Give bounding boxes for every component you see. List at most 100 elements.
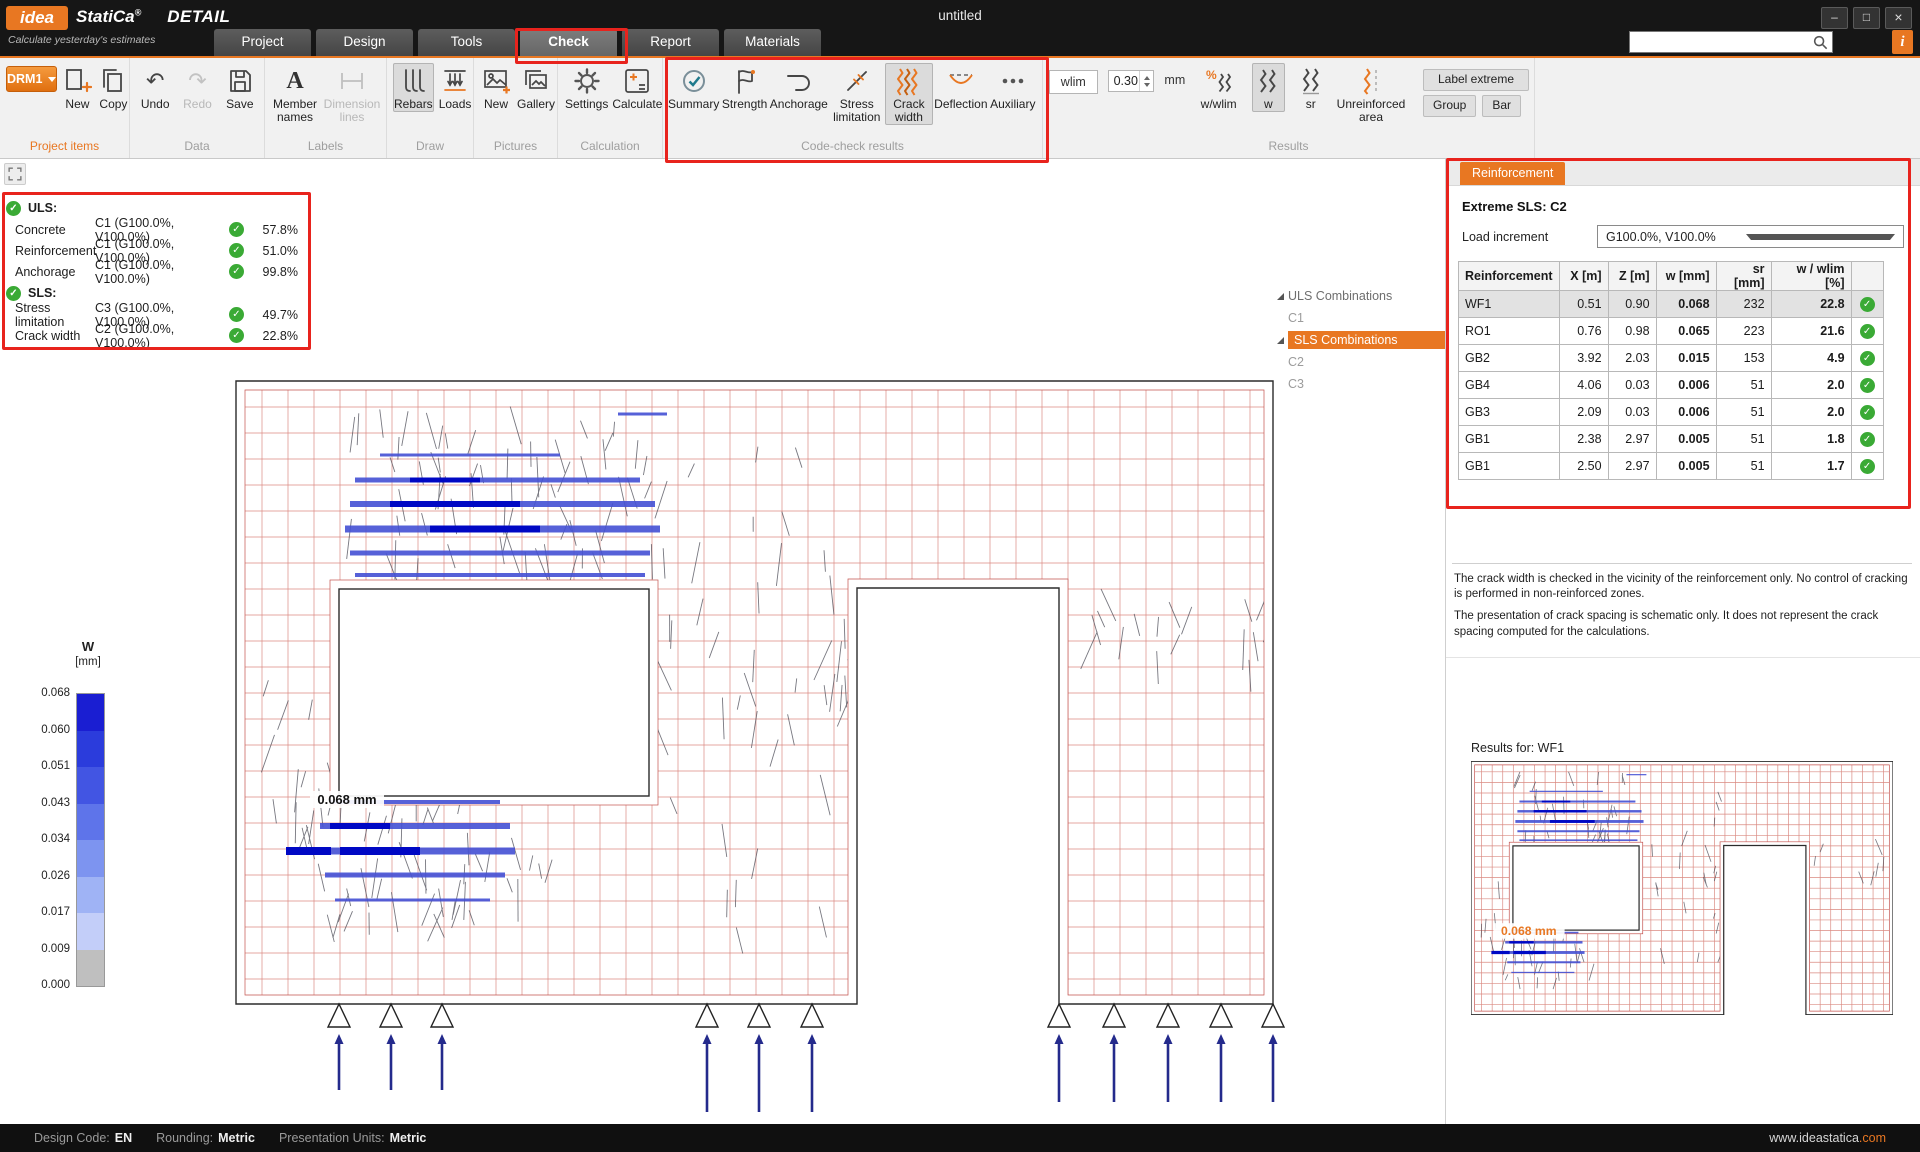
tree-item-sls-combinations[interactable]: SLS Combinations [1277, 329, 1445, 351]
anchorage-button[interactable]: Anchorage [769, 63, 829, 112]
table-row[interactable]: GB12.502.970.005511.7 [1459, 453, 1884, 480]
bar-button[interactable]: Bar [1482, 95, 1521, 117]
scale-cell [77, 767, 104, 804]
redo-label: Redo [183, 98, 212, 111]
strength-icon [730, 66, 760, 96]
check-ok-icon [1860, 432, 1875, 447]
undo-button[interactable]: ↶ Undo [136, 63, 174, 112]
info-button[interactable] [1892, 30, 1913, 54]
tab-tools[interactable]: Tools [418, 29, 515, 56]
member-names-button[interactable]: A Member names [271, 63, 319, 125]
sr-icon [1296, 66, 1326, 96]
wlim-spinner[interactable]: 0.30 [1108, 70, 1155, 92]
window-controls [1821, 7, 1912, 29]
rebars-button[interactable]: Rebars [393, 63, 434, 112]
crack-check-notes: The crack width is checked in the vicini… [1452, 563, 1912, 647]
scale-cell [77, 694, 104, 731]
ribbon-group-codecheck: Summary Strength Anchorage Stress limita… [663, 58, 1043, 158]
gallery-button[interactable]: Gallery [516, 63, 556, 112]
copy-label: Copy [99, 98, 127, 111]
new-project-item-button[interactable]: New [61, 63, 93, 112]
drm1-button[interactable]: DRM1 [6, 66, 57, 92]
check-ok-icon [229, 222, 244, 237]
close-button[interactable] [1885, 7, 1912, 29]
calculate-label: Calculate [612, 98, 662, 111]
deflection-icon [946, 66, 976, 96]
scale-cell [77, 877, 104, 914]
website-link[interactable]: www.ideastatica.com [1769, 1131, 1886, 1145]
crack-width-button[interactable]: Crack width [885, 63, 933, 125]
copy-project-item-button[interactable]: Copy [97, 63, 129, 112]
auxiliary-button[interactable]: Auxiliary [989, 63, 1037, 112]
load-increment-select[interactable]: G100.0%, V100.0% [1597, 225, 1904, 248]
gallery-icon [521, 66, 551, 96]
save-button[interactable]: Save [221, 63, 259, 112]
tab-design[interactable]: Design [316, 29, 413, 56]
loads-button[interactable]: Loads [438, 63, 473, 112]
section-label-codecheck: Code-check results [663, 139, 1042, 158]
search-input[interactable] [1630, 33, 1812, 51]
table-row[interactable]: GB12.382.970.005511.8 [1459, 426, 1884, 453]
logo-statica: StatiCa [76, 7, 135, 26]
fit-view-button[interactable] [4, 163, 26, 185]
maximize-button[interactable] [1853, 7, 1880, 29]
deflection-button[interactable]: Deflection [933, 63, 988, 112]
stress-limitation-button[interactable]: Stress limitation [829, 63, 885, 125]
search-icon[interactable] [1812, 34, 1832, 50]
settings-button[interactable]: Settings [564, 63, 609, 112]
summary-icon [679, 66, 709, 96]
loads-label: Loads [439, 98, 472, 111]
chevron-down-icon [1746, 234, 1896, 240]
sr-label: sr [1306, 98, 1316, 111]
check-ok-icon [1860, 405, 1875, 420]
wlim-chip[interactable]: wlim [1049, 70, 1098, 94]
tab-report[interactable]: Report [622, 29, 719, 56]
tab-project[interactable]: Project [214, 29, 311, 56]
table-row[interactable]: WF10.510.900.06823222.8 [1459, 291, 1884, 318]
spinner-up-icon[interactable] [1144, 76, 1150, 80]
section-label-labels: Labels [265, 139, 386, 158]
check-ok-icon [6, 286, 21, 301]
tab-reinforcement[interactable]: Reinforcement [1460, 162, 1565, 185]
crack-width-icon [894, 66, 924, 96]
tree-item-c2[interactable]: C2 [1277, 351, 1445, 373]
table-row[interactable]: GB32.090.030.006512.0 [1459, 399, 1884, 426]
table-row[interactable]: GB44.060.030.006512.0 [1459, 372, 1884, 399]
unreinforced-area-button[interactable]: Unreinforced area [1337, 63, 1405, 125]
check-ok-icon [229, 328, 244, 343]
label-extreme-button[interactable]: Label extreme [1423, 69, 1529, 91]
summary-row-crack-width: Crack widthC2 (G100.0%, V100.0%)22.8% [6, 325, 298, 346]
new-picture-button[interactable]: New [480, 63, 512, 112]
w-wlim-button[interactable]: % w/wlim [1195, 63, 1242, 112]
panel-tab-strip: Reinforcement [1446, 159, 1920, 186]
tree-item-c3[interactable]: C3 [1277, 373, 1445, 395]
minimize-button[interactable] [1821, 7, 1848, 29]
collapse-icon[interactable] [1277, 293, 1284, 300]
stress-limitation-label: Stress limitation [830, 98, 884, 124]
scale-label: 0.026 [18, 870, 70, 882]
collapse-icon[interactable] [1277, 337, 1284, 344]
table-row[interactable]: RO10.760.980.06522321.6 [1459, 318, 1884, 345]
rebars-icon [398, 66, 428, 96]
summary-button[interactable]: Summary [667, 63, 720, 112]
calculate-button[interactable]: Calculate [613, 63, 661, 112]
unreinforced-area-label: Unreinforced area [1337, 98, 1406, 124]
sr-button[interactable]: sr [1295, 63, 1327, 112]
spinner-down-icon[interactable] [1144, 83, 1150, 87]
w-button[interactable]: w [1252, 63, 1284, 112]
tab-materials[interactable]: Materials [724, 29, 821, 56]
load-increment-label: Load increment [1462, 230, 1597, 244]
scale-cell [77, 840, 104, 877]
table-row[interactable]: GB23.922.030.0151534.9 [1459, 345, 1884, 372]
new-picture-icon [481, 66, 511, 96]
group-button[interactable]: Group [1423, 95, 1476, 117]
crack-width-label: Crack width [886, 98, 932, 124]
dimension-lines-button[interactable]: Dimension lines [323, 63, 381, 125]
tree-item-uls-combinations[interactable]: ULS Combinations [1277, 285, 1445, 307]
tab-check[interactable]: Check [520, 29, 617, 56]
main-area: 0.068 mm ULS: ConcreteC1 (G100.0%, V100.… [0, 159, 1920, 1124]
tree-item-c1[interactable]: C1 [1277, 307, 1445, 329]
spinner-arrows[interactable] [1139, 71, 1153, 91]
redo-button[interactable]: ↷ Redo [178, 63, 216, 112]
strength-button[interactable]: Strength [720, 63, 768, 112]
